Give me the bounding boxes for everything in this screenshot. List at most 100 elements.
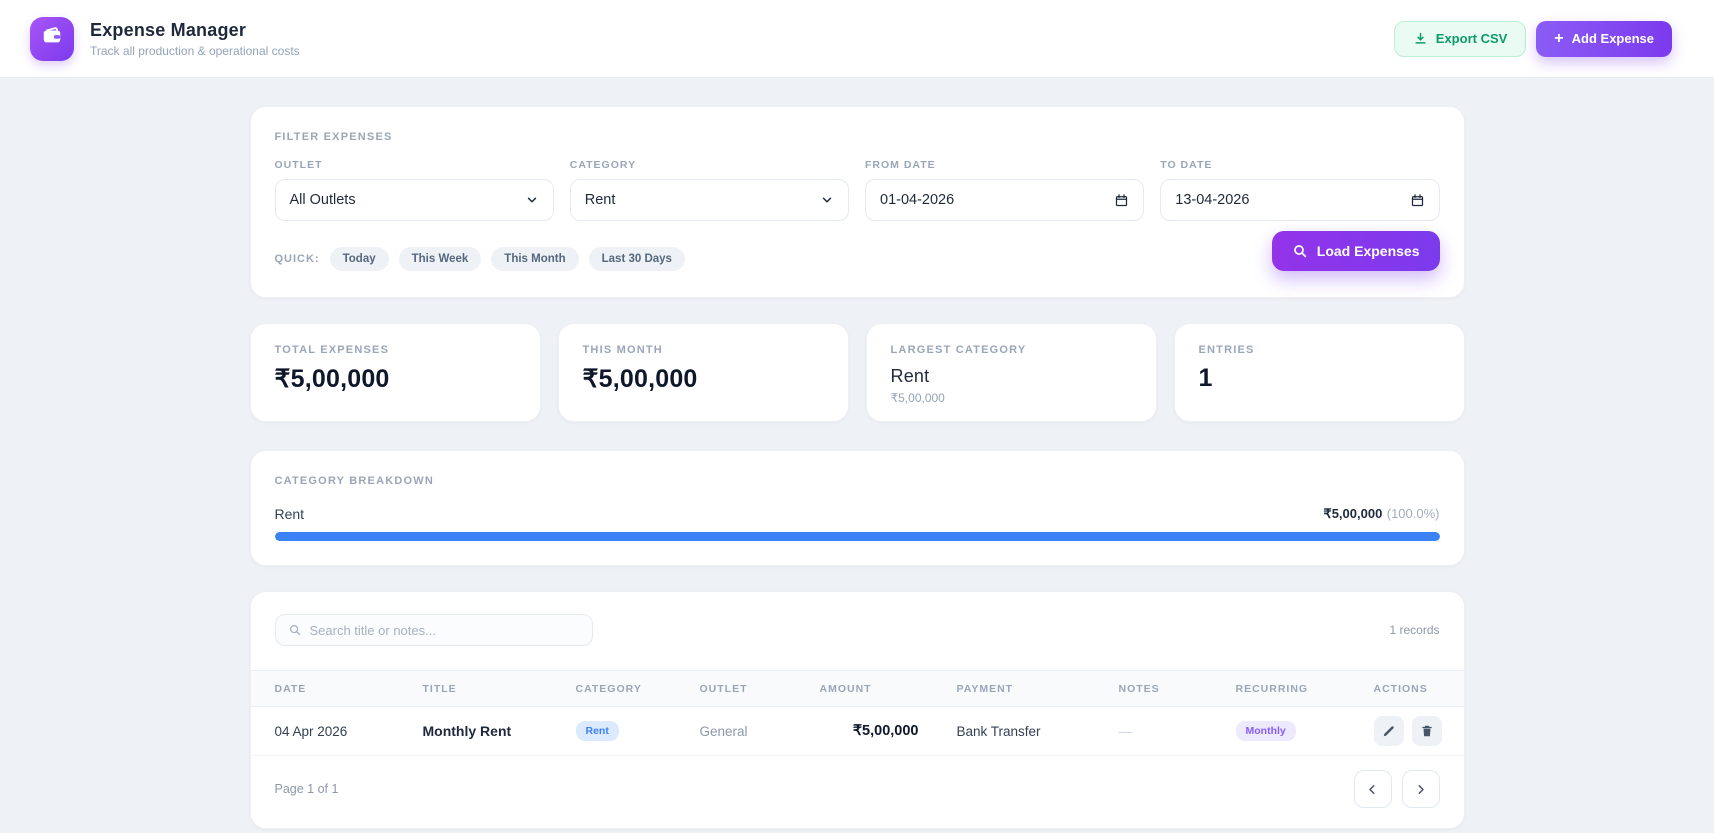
from-date-value: 01-04-2026: [880, 192, 955, 208]
stat-value: Rent: [890, 366, 930, 386]
stat-label: Entries: [1198, 344, 1255, 356]
app-header: Expense Manager Track all production & o…: [0, 0, 1714, 78]
records-count: 1 records: [1389, 623, 1440, 637]
table-footer: Page 1 of 1: [251, 756, 1464, 828]
quick-chip-last-30-days[interactable]: Last 30 Days: [588, 247, 685, 271]
breakdown-category: Rent: [274, 506, 305, 522]
chevron-left-icon: [1365, 782, 1380, 797]
stat-entries: Entries 1: [1173, 323, 1465, 422]
wallet-icon: [41, 25, 63, 52]
table-row: 04 Apr 2026 Monthly Rent Rent General ₹5…: [250, 707, 1464, 756]
previous-page-button[interactable]: [1353, 770, 1392, 808]
load-expenses-label: Load Expenses: [1316, 243, 1420, 259]
page-info: Page 1 of 1: [274, 782, 339, 796]
outlet-select[interactable]: All Outlets: [274, 179, 554, 221]
cell-amount: ₹5,00,000: [852, 723, 919, 739]
breakdown-bar-track: [274, 532, 1440, 541]
breakdown-amount: ₹5,00,000: [1323, 506, 1383, 521]
category-breakdown-panel: Category Breakdown Rent ₹5,00,000 (100.0…: [249, 450, 1465, 566]
pencil-icon: [1382, 724, 1396, 738]
stat-largest-category: Largest Category Rent ₹5,00,000: [865, 323, 1157, 422]
table-header-row: Date Title Category Outlet Amount Paymen…: [250, 670, 1464, 707]
stat-label: Largest Category: [890, 344, 1027, 356]
column-date: Date: [274, 682, 307, 695]
export-csv-button[interactable]: Export CSV: [1393, 20, 1527, 57]
calendar-icon: [1410, 193, 1425, 208]
search-icon: [288, 623, 302, 637]
cell-title: Monthly Rent: [422, 723, 512, 739]
to-date-label: To Date: [1160, 159, 1213, 171]
stats-row: Total Expenses ₹5,00,000 This Month ₹5,0…: [249, 323, 1465, 422]
brand-text: Expense Manager Track all production & o…: [90, 20, 300, 58]
column-recurring: Recurring: [1235, 682, 1309, 695]
pager: [1353, 770, 1440, 808]
from-date-input[interactable]: 01-04-2026: [865, 179, 1145, 221]
stat-sub-value: ₹5,00,000: [890, 391, 945, 405]
page-subtitle: Track all production & operational costs: [90, 43, 300, 58]
add-expense-button[interactable]: + Add Expense: [1536, 20, 1672, 57]
cell-notes: —: [1118, 723, 1133, 739]
column-outlet: Outlet: [699, 682, 748, 695]
next-page-button[interactable]: [1401, 770, 1440, 808]
trash-icon: [1420, 724, 1434, 738]
chevron-down-icon: [820, 193, 834, 207]
filter-panel: Filter Expenses Outlet All Outlets Categ…: [249, 106, 1465, 298]
brand: Expense Manager Track all production & o…: [30, 16, 300, 61]
chevron-right-icon: [1413, 782, 1428, 797]
from-date-label: From Date: [865, 159, 936, 171]
outlet-value: All Outlets: [289, 192, 356, 208]
download-icon: [1413, 31, 1428, 46]
column-actions: Actions: [1373, 682, 1428, 695]
cell-outlet: General: [699, 723, 748, 739]
page-title: Expense Manager: [90, 19, 247, 40]
search-icon: [1292, 243, 1308, 259]
column-category: Category: [575, 682, 642, 695]
quick-filters: QUICK: Today This Week This Month Last 3…: [275, 247, 1440, 271]
quick-chip-today[interactable]: Today: [329, 247, 389, 271]
cell-date: 04 Apr 2026: [274, 723, 348, 739]
load-expenses-button[interactable]: Load Expenses: [1271, 231, 1440, 271]
to-date-input[interactable]: 13-04-2026: [1160, 179, 1440, 221]
main-content: Filter Expenses Outlet All Outlets Categ…: [249, 106, 1465, 829]
category-badge: Rent: [575, 721, 619, 741]
cell-actions: [1373, 716, 1442, 746]
filter-fields: Outlet All Outlets Category Rent: [274, 159, 1440, 221]
breakdown-bar-fill: [274, 532, 1440, 541]
stat-label: Total Expenses: [274, 344, 390, 356]
quick-chip-this-month[interactable]: This Month: [491, 247, 579, 271]
add-expense-label: Add Expense: [1571, 31, 1654, 46]
outlet-label: Outlet: [274, 159, 323, 171]
category-select[interactable]: Rent: [569, 179, 849, 221]
chevron-down-icon: [525, 193, 539, 207]
stat-this-month: This Month ₹5,00,000: [557, 323, 849, 422]
category-value: Rent: [584, 192, 616, 208]
quick-chip-this-week[interactable]: This Week: [398, 247, 482, 271]
delete-button[interactable]: [1411, 716, 1442, 746]
filter-section-label: Filter Expenses: [274, 131, 393, 143]
quick-label: QUICK:: [274, 253, 320, 265]
expenses-table: Date Title Category Outlet Amount Paymen…: [250, 670, 1464, 756]
search-input[interactable]: [309, 622, 580, 638]
breakdown-amount-wrap: ₹5,00,000 (100.0%): [1323, 505, 1439, 523]
stat-value: 1: [1198, 364, 1213, 392]
header-actions: Export CSV + Add Expense: [1393, 20, 1672, 57]
cell-recurring: Monthly: [1235, 721, 1374, 741]
expenses-table-panel: 1 records Date Title Category Outlet Amo…: [249, 591, 1465, 829]
column-notes: Notes: [1118, 682, 1160, 695]
export-csv-label: Export CSV: [1435, 31, 1508, 46]
edit-button[interactable]: [1373, 716, 1404, 746]
breakdown-row: Rent ₹5,00,000 (100.0%): [275, 505, 1440, 523]
calendar-icon: [1114, 193, 1129, 208]
from-date-field: From Date 01-04-2026: [865, 159, 1145, 221]
table-toolbar: 1 records: [251, 614, 1464, 646]
recurring-badge: Monthly: [1235, 721, 1296, 741]
plus-icon: +: [1554, 29, 1564, 47]
to-date-field: To Date 13-04-2026: [1160, 159, 1440, 221]
breakdown-percent: (100.0%): [1386, 506, 1440, 521]
stat-value: ₹5,00,000: [582, 365, 698, 393]
cell-payment: Bank Transfer: [956, 723, 1041, 739]
breakdown-section-label: Category Breakdown: [274, 475, 435, 487]
search-box: [274, 614, 593, 646]
column-amount: Amount: [819, 682, 872, 695]
outlet-field: Outlet All Outlets: [274, 159, 554, 221]
